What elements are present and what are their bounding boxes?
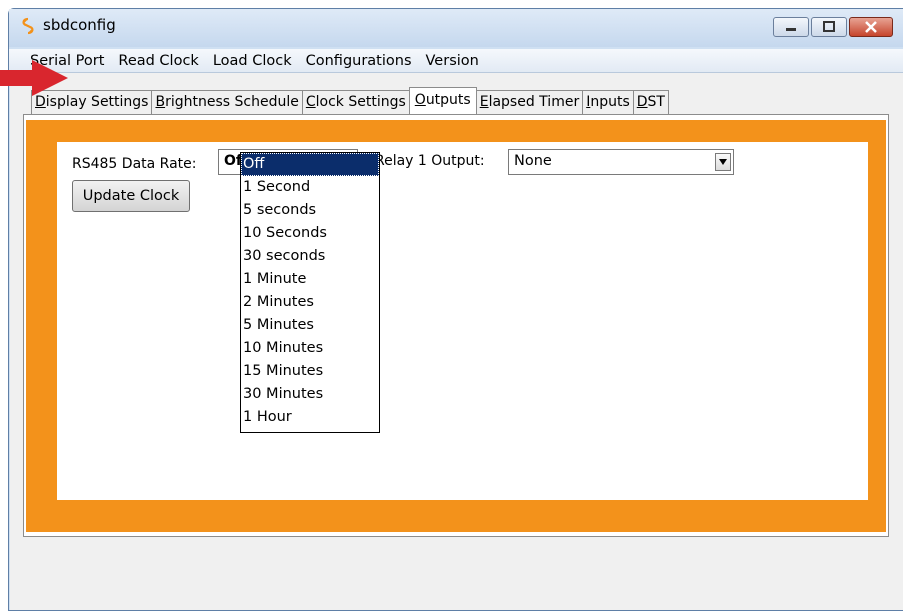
menu-version[interactable]: Version: [419, 53, 486, 69]
dropdown-option[interactable]: 1 Minute: [241, 268, 379, 291]
relay1-output-select[interactable]: None: [508, 149, 734, 175]
tab-dst[interactable]: DST: [632, 90, 669, 114]
relay1-output-value: None: [514, 153, 552, 169]
update-clock-button[interactable]: Update Clock: [72, 180, 190, 212]
app-window: sbdconfig Serial Port Read Clock Load Cl…: [8, 8, 903, 611]
menu-load-clock[interactable]: Load Clock: [206, 53, 299, 69]
tab-accel: O: [414, 92, 426, 108]
relay1-label: Relay 1 Output:: [375, 153, 485, 169]
tab-label: nputs: [590, 94, 630, 110]
title-bar[interactable]: sbdconfig: [9, 9, 903, 47]
chevron-down-icon[interactable]: [715, 153, 731, 171]
close-icon: [865, 21, 877, 33]
outputs-form: RS485 Data Rate: Off Relay 1 Output: Non…: [57, 142, 868, 500]
tab-elapsed-timer[interactable]: Elapsed Timer: [475, 90, 584, 114]
minimize-button[interactable]: [773, 17, 809, 37]
tab-label: ST: [647, 94, 665, 110]
outputs-tab-panel: RS485 Data Rate: Off Relay 1 Output: Non…: [23, 114, 889, 537]
tab-inputs[interactable]: Inputs: [582, 90, 634, 114]
window-title: sbdconfig: [43, 16, 116, 34]
orange-frame: RS485 Data Rate: Off Relay 1 Output: Non…: [26, 120, 886, 532]
dropdown-option[interactable]: 10 Minutes: [241, 337, 379, 360]
dropdown-option[interactable]: 10 Seconds: [241, 222, 379, 245]
rs485-rate-dropdown-list: Off 1 Second 5 seconds 10 Seconds 30 sec…: [240, 152, 380, 433]
dropdown-option[interactable]: 1 Second: [241, 176, 379, 199]
maximize-button[interactable]: [811, 17, 847, 37]
tab-accel: C: [305, 94, 316, 110]
close-button[interactable]: [849, 17, 893, 37]
sbd-logo-icon: [22, 17, 34, 35]
minimize-icon: [786, 28, 796, 31]
dropdown-option[interactable]: 30 seconds: [241, 245, 379, 268]
tab-strip: Display Settings Brightness Schedule Clo…: [31, 87, 669, 114]
menu-configurations[interactable]: Configurations: [299, 53, 419, 69]
maximize-icon: [823, 21, 835, 32]
tab-label: rightness Schedule: [165, 94, 299, 110]
main-content: Display Settings Brightness Schedule Clo…: [10, 73, 903, 610]
tab-label: lock Settings: [315, 94, 406, 110]
dropdown-option[interactable]: 5 Minutes: [241, 314, 379, 337]
tab-label: lapsed Timer: [488, 94, 580, 110]
dropdown-option[interactable]: 2 Minutes: [241, 291, 379, 314]
dropdown-option[interactable]: Off: [241, 153, 379, 176]
dropdown-option[interactable]: 30 Minutes: [241, 383, 379, 406]
tab-brightness-schedule[interactable]: Brightness Schedule: [151, 90, 303, 114]
tab-accel: B: [155, 94, 166, 110]
tab-label: utputs: [425, 92, 471, 108]
dropdown-option[interactable]: 5 seconds: [241, 199, 379, 222]
tab-outputs[interactable]: Outputs: [408, 87, 477, 114]
rs485-label: RS485 Data Rate:: [72, 156, 197, 172]
tab-clock-settings[interactable]: Clock Settings: [301, 90, 410, 114]
tab-accel: D: [636, 94, 648, 110]
dropdown-option[interactable]: 15 Minutes: [241, 360, 379, 383]
red-arrow-icon: [0, 60, 68, 96]
menu-read-clock[interactable]: Read Clock: [111, 53, 205, 69]
dropdown-option[interactable]: 1 Hour: [241, 406, 379, 429]
tab-accel: E: [479, 94, 489, 110]
menu-bar: Serial Port Read Clock Load Clock Config…: [9, 49, 903, 73]
